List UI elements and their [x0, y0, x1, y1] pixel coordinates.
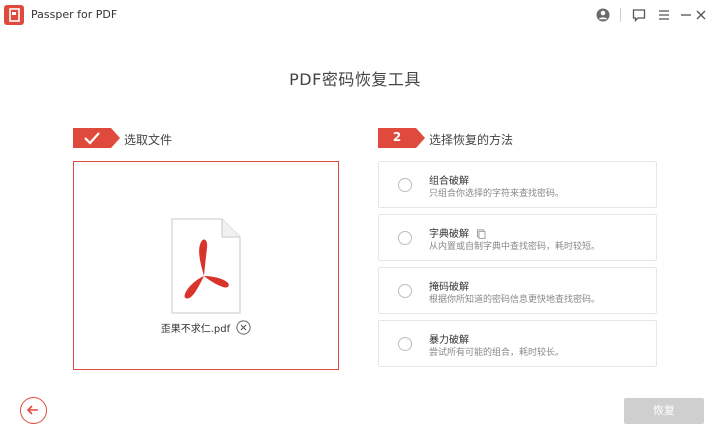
- method-description: 尝试所有可能的组合，耗时较长。: [429, 348, 565, 358]
- method-description: 只组合你选择的字符来查找密码。: [429, 189, 565, 199]
- feedback-icon[interactable]: [630, 6, 648, 24]
- file-name: 歪果不求仁.pdf: [160, 324, 231, 335]
- title-bar-divider: [620, 8, 621, 22]
- method-combination[interactable]: 组合破解 只组合你选择的字符来查找密码。: [378, 161, 657, 208]
- step2-label: 选择恢复的方法: [429, 133, 514, 147]
- method-title: 组合破解: [429, 176, 469, 187]
- method-title: 暴力破解: [429, 335, 469, 346]
- remove-file-icon[interactable]: [236, 320, 251, 335]
- app-title: Passper for PDF: [31, 8, 118, 21]
- step1-badge: [73, 128, 120, 148]
- method-mask[interactable]: 掩码破解 根据你所知道的密码信息更快地查找密码。: [378, 267, 657, 314]
- pdf-file-icon: [171, 218, 241, 318]
- file-name-row: 歪果不求仁.pdf: [74, 320, 338, 335]
- method-radio[interactable]: [398, 284, 412, 298]
- method-dictionary[interactable]: 字典破解 从内置或自制字典中查找密码，耗时较短。: [378, 214, 657, 261]
- step2-badge: 2: [378, 128, 425, 148]
- method-description: 从内置或自制字典中查找密码，耗时较短。: [429, 242, 601, 252]
- dictionary-file-icon[interactable]: [476, 229, 486, 239]
- close-icon[interactable]: [692, 6, 710, 24]
- arrow-left-icon: [26, 405, 38, 415]
- title-bar: Passper for PDF: [0, 0, 710, 30]
- method-title-row: 字典破解: [429, 225, 486, 240]
- checkmark-icon: [84, 132, 100, 145]
- method-radio[interactable]: [398, 178, 412, 192]
- method-description: 根据你所知道的密码信息更快地查找密码。: [429, 295, 601, 305]
- back-button[interactable]: [20, 397, 47, 424]
- recover-button[interactable]: 恢复: [624, 398, 704, 424]
- method-title: 掩码破解: [429, 282, 469, 293]
- step2-number: 2: [392, 130, 402, 144]
- method-radio[interactable]: [398, 231, 412, 245]
- file-drop-area[interactable]: 歪果不求仁.pdf: [73, 161, 339, 370]
- account-icon[interactable]: [594, 6, 612, 24]
- method-radio[interactable]: [398, 337, 412, 351]
- menu-icon[interactable]: [655, 6, 673, 24]
- step1-label: 选取文件: [124, 133, 173, 147]
- app-logo: [4, 5, 24, 25]
- page-title: PDF密码恢复工具: [289, 70, 421, 89]
- method-brute-force[interactable]: 暴力破解 尝试所有可能的组合，耗时较长。: [378, 320, 657, 367]
